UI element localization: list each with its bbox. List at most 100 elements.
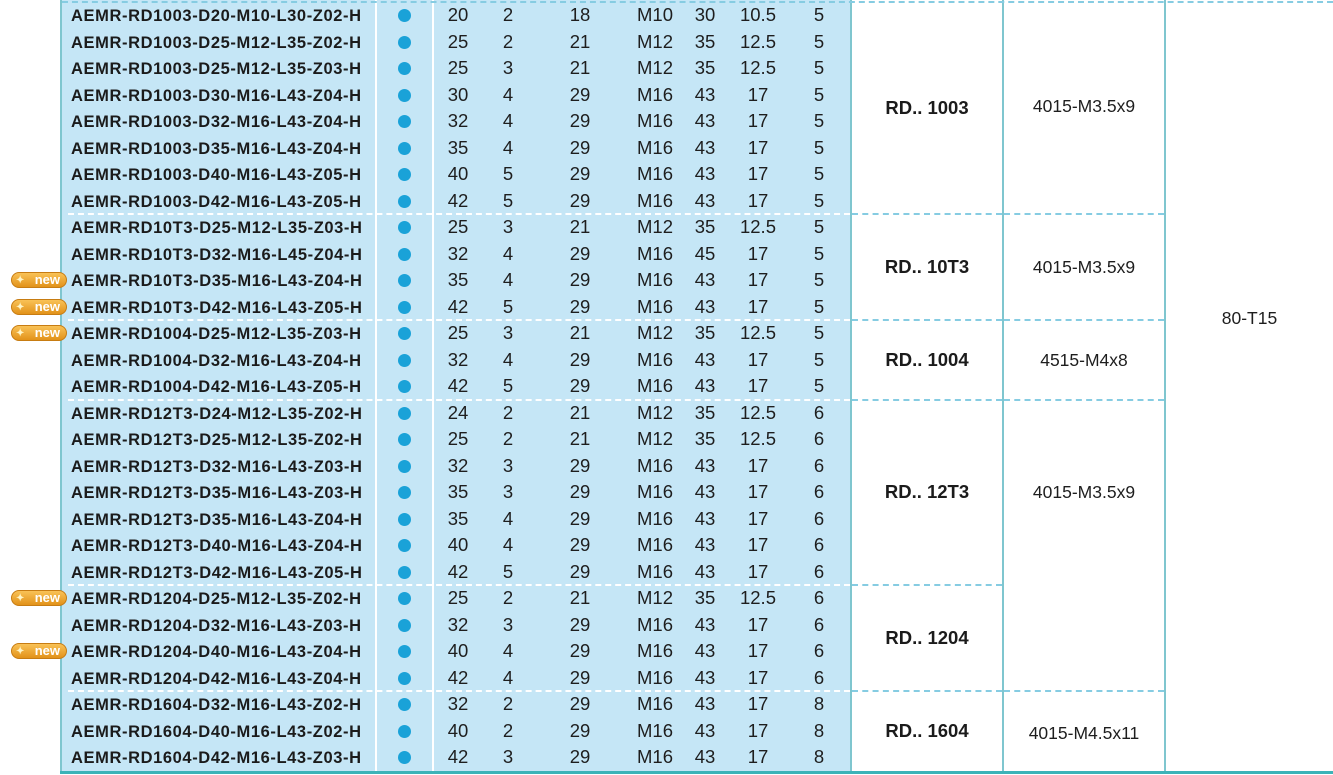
product-code[interactable]: AEMR-RD12T3-D32-M16-L43-Z03-H <box>71 456 363 478</box>
product-code[interactable]: AEMR-RD1004-D32-M16-L43-Z04-H <box>71 350 362 372</box>
sparkle-icon: ✦ <box>16 646 25 658</box>
product-code[interactable]: AEMR-RD12T3-D40-M16-L43-Z04-H <box>71 535 363 557</box>
cell-d: 25 <box>447 30 469 52</box>
cell-t: 5 <box>813 136 825 158</box>
cell-z: 4 <box>502 83 514 105</box>
product-code[interactable]: AEMR-RD1204-D42-M16-L43-Z04-H <box>71 668 362 690</box>
cell-l: 43 <box>694 454 716 476</box>
cell-z: 5 <box>502 189 514 211</box>
cell-d: 42 <box>447 189 469 211</box>
cell-d1: 18 <box>569 4 591 25</box>
product-code[interactable]: AEMR-RD1003-D25-M12-L35-Z03-H <box>71 58 362 80</box>
cell-d1: 29 <box>569 269 591 290</box>
cell-h: 17 <box>747 83 769 105</box>
product-code[interactable]: AEMR-RD1004-D42-M16-L43-Z05-H <box>71 376 362 398</box>
cell-thread: M16 <box>637 375 673 396</box>
product-code[interactable]: AEMR-RD12T3-D24-M12-L35-Z02-H <box>71 403 363 425</box>
cell-h: 10.5 <box>739 4 776 25</box>
cell-thread: M16 <box>637 189 673 211</box>
cell-t: 5 <box>813 295 825 317</box>
product-code[interactable]: AEMR-RD10T3-D32-M16-L45-Z04-H <box>71 244 363 266</box>
cell-z: 4 <box>502 507 514 529</box>
product-code[interactable]: AEMR-RD1604-D32-M16-L43-Z02-H <box>71 694 362 716</box>
key-label: 80-T15 <box>1221 308 1278 328</box>
cell-z: 4 <box>502 136 514 158</box>
cell-d: 32 <box>447 613 469 635</box>
insert-group-label: RD.. 1003 <box>885 97 969 118</box>
cell-d1: 29 <box>569 719 591 741</box>
cell-d: 32 <box>447 242 469 264</box>
cell-z: 2 <box>502 719 514 741</box>
cell-thread: M10 <box>637 4 673 25</box>
product-code[interactable]: AEMR-RD10T3-D42-M16-L43-Z05-H <box>71 297 363 319</box>
sparkle-icon: ✦ <box>16 593 25 605</box>
cell-z: 4 <box>502 242 514 264</box>
product-code[interactable]: AEMR-RD1604-D42-M16-L43-Z03-H <box>71 747 362 769</box>
new-badge-label: new <box>34 272 60 288</box>
product-code[interactable]: AEMR-RD10T3-D35-M16-L43-Z04-H <box>71 270 363 292</box>
product-code[interactable]: AEMR-RD10T3-D25-M12-L35-Z03-H <box>71 217 363 239</box>
cell-thread: M16 <box>637 534 673 555</box>
cell-d1: 29 <box>569 189 591 211</box>
cell-l: 43 <box>694 666 716 688</box>
cell-h: 12.5 <box>739 216 776 237</box>
cell-d1: 21 <box>569 216 591 237</box>
cell-t: 6 <box>813 640 825 661</box>
cell-l: 43 <box>694 693 716 714</box>
cell-t: 6 <box>813 401 825 423</box>
product-code[interactable]: AEMR-RD1003-D30-M16-L43-Z04-H <box>71 85 362 107</box>
cell-d1: 29 <box>569 83 591 105</box>
product-code[interactable]: AEMR-RD1004-D25-M12-L35-Z03-H <box>71 323 362 345</box>
cell-h: 17 <box>747 719 769 741</box>
cell-h: 17 <box>747 693 769 714</box>
cell-z: 2 <box>502 30 514 52</box>
product-code[interactable]: AEMR-RD12T3-D42-M16-L43-Z05-H <box>71 562 363 584</box>
cell-d1: 21 <box>569 322 591 343</box>
cell-d: 35 <box>447 269 469 290</box>
product-code[interactable]: AEMR-RD1003-D42-M16-L43-Z05-H <box>71 191 362 213</box>
product-code[interactable]: AEMR-RD1003-D32-M16-L43-Z04-H <box>71 111 362 133</box>
cell-d1: 29 <box>569 481 591 502</box>
cell-z: 5 <box>502 560 514 582</box>
cell-h: 17 <box>747 666 769 688</box>
cell-z: 4 <box>502 666 514 688</box>
cell-t: 6 <box>813 587 825 608</box>
stock-dot-icon <box>398 35 411 49</box>
product-code[interactable]: AEMR-RD1204-D25-M12-L35-Z02-H <box>71 588 362 610</box>
cell-d1: 29 <box>569 163 591 184</box>
product-code[interactable]: AEMR-RD1204-D40-M16-L43-Z04-H <box>71 641 362 663</box>
cell-thread: M16 <box>637 481 673 502</box>
product-code[interactable]: AEMR-RD1003-D25-M12-L35-Z02-H <box>71 32 362 54</box>
cell-t: 6 <box>813 481 825 502</box>
cell-h: 12.5 <box>739 401 776 423</box>
cell-z: 5 <box>502 295 514 317</box>
cell-thread: M12 <box>637 428 673 449</box>
group-divider-dashed <box>1004 398 1164 401</box>
cell-h: 17 <box>747 189 769 211</box>
cell-h: 12.5 <box>739 322 776 343</box>
cell-h: 17 <box>747 295 769 317</box>
cell-z: 2 <box>502 401 514 423</box>
cell-l: 43 <box>694 481 716 502</box>
cell-d1: 29 <box>569 507 591 529</box>
insert-group-label: RD.. 12T3 <box>884 481 970 503</box>
cell-z: 4 <box>502 640 514 661</box>
product-code[interactable]: AEMR-RD1003-D35-M16-L43-Z04-H <box>71 138 362 160</box>
product-code[interactable]: AEMR-RD1003-D20-M10-L30-Z02-H <box>71 5 362 27</box>
product-code[interactable]: AEMR-RD12T3-D25-M12-L35-Z02-H <box>71 429 363 451</box>
cell-t: 6 <box>813 428 825 449</box>
cell-l: 43 <box>694 375 716 396</box>
cell-h: 17 <box>747 481 769 502</box>
cell-d: 25 <box>447 322 469 343</box>
cell-d1: 29 <box>569 110 591 131</box>
product-code[interactable]: AEMR-RD1204-D32-M16-L43-Z03-H <box>71 615 362 637</box>
cell-h: 17 <box>747 560 769 582</box>
stock-dot-icon <box>398 512 411 526</box>
product-code[interactable]: AEMR-RD12T3-D35-M16-L43-Z04-H <box>71 509 363 531</box>
cell-d: 42 <box>447 746 469 767</box>
cell-d1: 29 <box>569 560 591 582</box>
cell-z: 5 <box>502 163 514 184</box>
product-code[interactable]: AEMR-RD1003-D40-M16-L43-Z05-H <box>71 164 362 186</box>
product-code[interactable]: AEMR-RD1604-D40-M16-L43-Z02-H <box>71 721 362 743</box>
product-code[interactable]: AEMR-RD12T3-D35-M16-L43-Z03-H <box>71 482 363 504</box>
